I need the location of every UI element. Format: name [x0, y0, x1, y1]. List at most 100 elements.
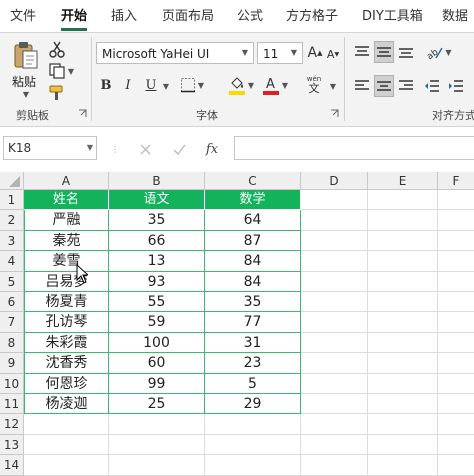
- font-color-button[interactable]: A ▼: [260, 73, 290, 97]
- shrink-font-button[interactable]: A ▼: [325, 45, 341, 63]
- table-cell[interactable]: 59: [109, 312, 205, 333]
- table-header-cell[interactable]: 语文: [109, 190, 205, 211]
- font-name-select[interactable]: Microsoft YaHei UI ▼: [96, 42, 254, 64]
- table-cell[interactable]: 84: [205, 271, 301, 292]
- bold-button[interactable]: B: [97, 75, 115, 95]
- empty-cell[interactable]: [368, 292, 438, 313]
- empty-cell[interactable]: [368, 332, 438, 354]
- table-cell[interactable]: 杨夏青: [24, 292, 109, 313]
- table-cell[interactable]: 沈香秀: [24, 353, 109, 374]
- table-cell[interactable]: 87: [205, 230, 301, 252]
- row-header-3[interactable]: 3: [0, 230, 24, 252]
- row-header-11[interactable]: 11: [0, 394, 24, 415]
- name-box[interactable]: K18 ▼: [3, 136, 97, 160]
- cancel-entry-button[interactable]: [136, 139, 154, 159]
- table-cell[interactable]: 77: [205, 312, 301, 333]
- empty-cell[interactable]: [205, 434, 301, 456]
- empty-cell[interactable]: [438, 435, 474, 456]
- table-header-cell[interactable]: 数学: [205, 190, 301, 211]
- table-header-cell[interactable]: 姓名: [24, 190, 109, 211]
- table-cell[interactable]: 杨凌迦: [24, 394, 109, 415]
- grow-font-button[interactable]: A ▲: [307, 43, 323, 63]
- row-header-4[interactable]: 4: [0, 251, 24, 272]
- empty-cell[interactable]: [301, 394, 368, 415]
- table-cell[interactable]: 60: [109, 353, 205, 374]
- empty-cell[interactable]: [301, 455, 368, 476]
- table-cell[interactable]: 29: [205, 394, 301, 415]
- table-cell[interactable]: 100: [109, 332, 205, 354]
- font-launcher[interactable]: [328, 107, 340, 119]
- column-header-e[interactable]: E: [368, 172, 438, 190]
- fill-color-button[interactable]: ▼: [226, 73, 256, 97]
- borders-button[interactable]: ▼: [177, 75, 207, 95]
- table-cell[interactable]: 66: [109, 230, 205, 252]
- empty-cell[interactable]: [368, 210, 438, 231]
- empty-cell[interactable]: [438, 353, 474, 374]
- tab-diy-toolbox[interactable]: DIY工具箱: [362, 7, 423, 27]
- copy-button[interactable]: ▼: [46, 61, 76, 81]
- empty-cell[interactable]: [301, 210, 368, 231]
- empty-cell[interactable]: [24, 434, 109, 456]
- align-left-button[interactable]: [352, 75, 372, 97]
- tab-home[interactable]: 开始: [61, 7, 88, 31]
- formula-bar-grip[interactable]: ⋮: [111, 140, 119, 158]
- format-painter-button[interactable]: [46, 83, 68, 103]
- empty-cell[interactable]: [301, 230, 368, 252]
- tab-formulas[interactable]: 公式: [237, 7, 263, 27]
- empty-cell[interactable]: [438, 231, 474, 252]
- table-cell[interactable]: 35: [109, 210, 205, 231]
- confirm-entry-button[interactable]: [170, 139, 188, 159]
- row-header-10[interactable]: 10: [0, 373, 24, 394]
- empty-cell[interactable]: [368, 190, 438, 211]
- column-header-f[interactable]: F: [438, 172, 474, 190]
- column-header-d[interactable]: D: [301, 172, 368, 190]
- empty-cell[interactable]: [438, 190, 474, 211]
- align-bottom-button[interactable]: [396, 41, 416, 63]
- column-header-a[interactable]: A: [24, 172, 109, 190]
- align-top-button[interactable]: [352, 41, 372, 63]
- tab-insert[interactable]: 插入: [111, 7, 137, 27]
- empty-cell[interactable]: [301, 292, 368, 313]
- empty-cell[interactable]: [109, 434, 205, 456]
- font-size-select[interactable]: 11 ▼: [257, 42, 303, 64]
- insert-function-button[interactable]: fx: [201, 139, 223, 159]
- empty-cell[interactable]: [368, 251, 438, 272]
- table-cell[interactable]: 64: [205, 210, 301, 231]
- empty-cell[interactable]: [301, 434, 368, 456]
- tab-file[interactable]: 文件: [10, 7, 36, 27]
- increase-indent-button[interactable]: [446, 75, 466, 97]
- paste-dropdown[interactable]: ▼: [21, 89, 31, 99]
- select-all-corner[interactable]: [0, 172, 24, 190]
- row-header-9[interactable]: 9: [0, 353, 24, 374]
- empty-cell[interactable]: [438, 414, 474, 435]
- row-header-1[interactable]: 1: [0, 190, 24, 211]
- column-header-b[interactable]: B: [109, 172, 205, 190]
- row-header-5[interactable]: 5: [0, 271, 24, 292]
- empty-cell[interactable]: [368, 230, 438, 252]
- empty-cell[interactable]: [24, 414, 109, 435]
- empty-cell[interactable]: [205, 455, 301, 476]
- empty-cell[interactable]: [368, 373, 438, 394]
- empty-cell[interactable]: [368, 394, 438, 415]
- table-cell[interactable]: 孔访琴: [24, 312, 109, 333]
- empty-cell[interactable]: [205, 414, 301, 435]
- table-cell[interactable]: 25: [109, 394, 205, 415]
- table-cell[interactable]: 吕易梦: [24, 271, 109, 292]
- table-cell[interactable]: 84: [205, 251, 301, 272]
- row-header-2[interactable]: 2: [0, 210, 24, 231]
- row-header-6[interactable]: 6: [0, 292, 24, 313]
- tab-fangfang[interactable]: 方方格子: [286, 7, 338, 27]
- row-header-14[interactable]: 14: [0, 455, 24, 476]
- table-cell[interactable]: 姜雪: [24, 251, 109, 272]
- orientation-button[interactable]: ab ▼: [424, 41, 454, 63]
- underline-button[interactable]: U: [142, 75, 160, 95]
- empty-cell[interactable]: [438, 394, 474, 415]
- empty-cell[interactable]: [368, 455, 438, 476]
- column-header-c[interactable]: C: [205, 172, 301, 190]
- clipboard-launcher[interactable]: [76, 107, 88, 119]
- table-cell[interactable]: 93: [109, 271, 205, 292]
- table-cell[interactable]: 31: [205, 332, 301, 354]
- empty-cell[interactable]: [24, 455, 109, 476]
- empty-cell[interactable]: [368, 414, 438, 435]
- decrease-indent-button[interactable]: [422, 75, 442, 97]
